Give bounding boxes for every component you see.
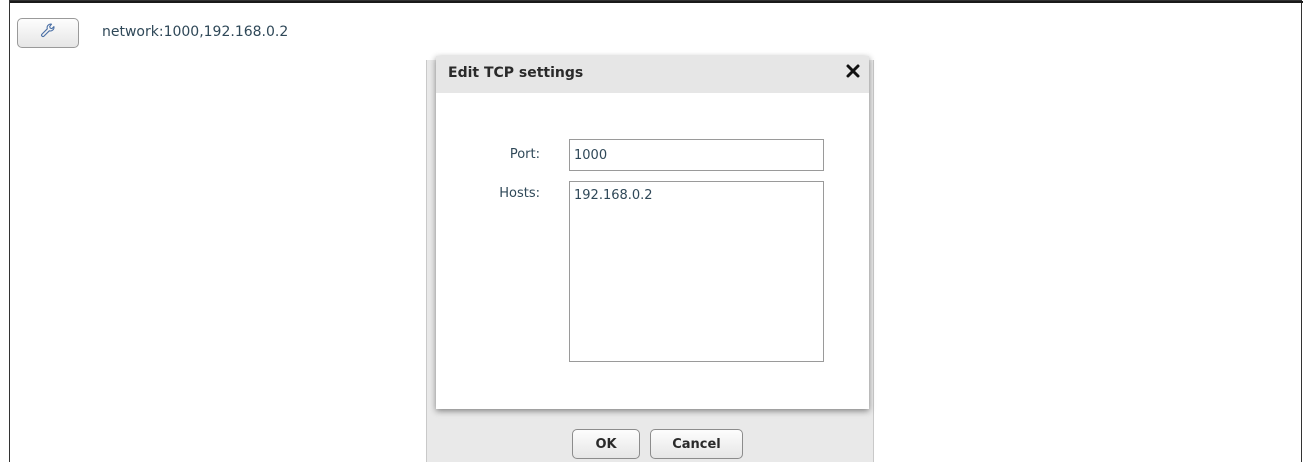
dialog-title: Edit TCP settings [448, 65, 584, 81]
settings-button[interactable] [17, 18, 79, 48]
port-label: Port: [509, 147, 540, 162]
cancel-button[interactable]: Cancel [650, 429, 743, 459]
tcp-settings-dialog: Edit TCP settings Port: Hosts: 192.168.0… [436, 56, 869, 409]
close-icon[interactable] [843, 61, 863, 81]
top-border [10, 1, 1303, 3]
network-label: network:1000,192.168.0.2 [102, 24, 289, 40]
port-input[interactable] [569, 139, 824, 171]
hosts-label: Hosts: [499, 186, 540, 201]
dialog-header: Edit TCP settings [436, 56, 869, 93]
ok-button[interactable]: OK [572, 429, 640, 459]
hosts-textarea[interactable]: 192.168.0.2 [569, 181, 824, 362]
wrench-icon [39, 22, 57, 44]
